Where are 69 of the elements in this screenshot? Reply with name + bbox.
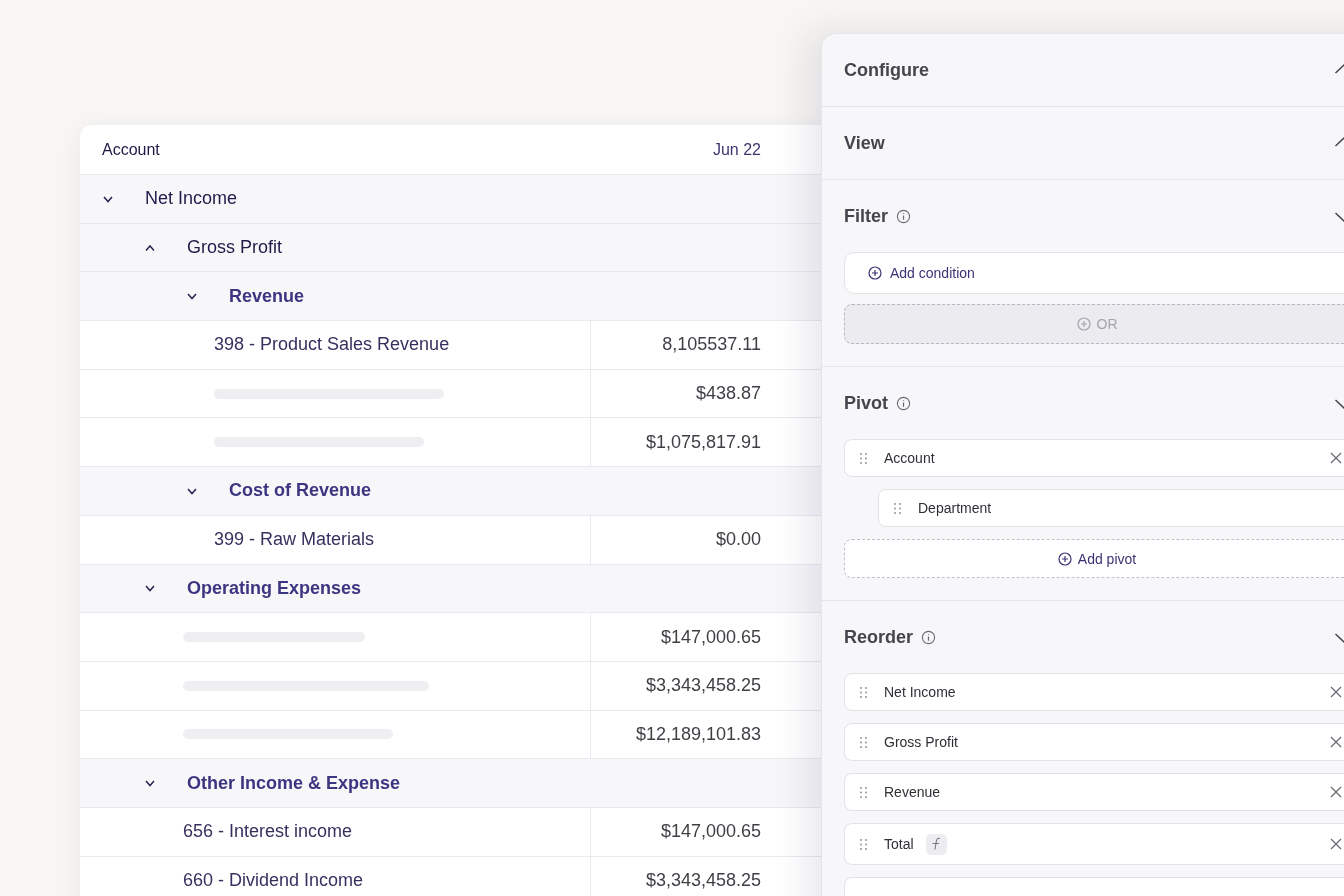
close-icon[interactable] xyxy=(1330,838,1342,850)
account-label: 660 - Dividend Income xyxy=(183,869,364,891)
group-label: Net Income xyxy=(145,188,238,210)
add-condition-button[interactable]: Add condition xyxy=(844,252,1344,294)
group-label: Cost of Revenue xyxy=(229,480,372,502)
account-label: 656 - Interest income xyxy=(183,821,353,843)
reorder-chip[interactable]: Gross Profit xyxy=(844,723,1344,761)
section-title: Configure xyxy=(844,59,929,81)
amount: $0.00 xyxy=(715,529,761,551)
caret-down-icon[interactable] xyxy=(144,584,156,593)
pivot-chip[interactable]: Department xyxy=(878,489,1344,527)
chip-label: Department xyxy=(918,500,992,516)
caret-down-icon[interactable] xyxy=(144,779,156,788)
caret-up-icon[interactable] xyxy=(144,243,156,252)
section-title: Reorder xyxy=(844,626,914,648)
amount: $147,000.65 xyxy=(660,821,761,843)
chevron-down-icon[interactable] xyxy=(1335,631,1344,643)
chip-label: Total xyxy=(884,836,914,852)
section-title: Filter xyxy=(844,205,888,227)
drag-handle-icon[interactable] xyxy=(860,452,867,464)
chevron-down-icon[interactable] xyxy=(1335,397,1344,409)
plus-circle-icon xyxy=(868,266,882,280)
chevron-up-icon[interactable] xyxy=(1335,137,1344,149)
drag-handle-icon[interactable] xyxy=(894,502,901,514)
group-label: Other Income & Expense xyxy=(187,772,401,794)
amount: $147,000.65 xyxy=(660,626,761,648)
chip-label: Net Income xyxy=(884,684,956,700)
amount: $3,343,458.25 xyxy=(645,675,761,697)
section-title: Pivot xyxy=(844,392,888,414)
reorder-chip[interactable]: Total xyxy=(844,823,1344,865)
chip-label: Revenue xyxy=(884,784,941,800)
section-title: View xyxy=(844,132,885,154)
account-label: 398 - Product Sales Revenue xyxy=(214,334,450,356)
info-icon[interactable] xyxy=(896,208,911,224)
drag-handle-icon[interactable] xyxy=(860,686,867,698)
column-header: Jun 22 xyxy=(712,140,761,159)
chevron-up-icon[interactable] xyxy=(1335,64,1344,76)
chip-label: Account xyxy=(884,450,935,466)
chevron-down-icon[interactable] xyxy=(1335,210,1344,222)
group-label: Revenue xyxy=(229,285,305,307)
drag-handle-icon[interactable] xyxy=(860,786,867,798)
amount: $3,343,458.25 xyxy=(645,869,761,891)
amount: 8,105537.11 xyxy=(662,334,761,356)
account-label: 399 - Raw Materials xyxy=(214,529,375,551)
close-icon[interactable] xyxy=(1330,786,1342,798)
info-icon[interactable] xyxy=(921,629,937,645)
amount: $12,189,101.83 xyxy=(635,723,761,745)
caret-down-icon[interactable] xyxy=(186,486,198,495)
reorder-chip[interactable]: Revenue xyxy=(844,773,1344,811)
group-label: Gross Profit xyxy=(187,237,283,259)
drag-handle-icon[interactable] xyxy=(860,736,867,748)
column-header: Account xyxy=(102,140,160,159)
chip-label: Gross Profit xyxy=(884,734,958,750)
close-icon[interactable] xyxy=(1330,686,1342,698)
caret-down-icon[interactable] xyxy=(102,194,114,203)
group-label: Operating Expenses xyxy=(187,577,362,599)
caret-down-icon[interactable] xyxy=(186,292,198,301)
reorder-chip[interactable]: Net Income xyxy=(844,673,1344,711)
drag-handle-icon[interactable] xyxy=(860,838,867,850)
close-icon[interactable] xyxy=(1330,736,1342,748)
amount: $1,075,817.91 xyxy=(645,431,761,453)
add-pivot-button[interactable]: Add pivot xyxy=(844,539,1344,578)
pivot-chip[interactable]: Account xyxy=(844,439,1344,477)
info-icon[interactable] xyxy=(896,395,911,411)
formula-icon xyxy=(930,837,943,851)
close-icon[interactable] xyxy=(1330,452,1342,464)
plus-circle-icon xyxy=(1076,317,1091,331)
amount: $438.87 xyxy=(695,383,761,405)
plus-circle-icon xyxy=(1057,551,1072,566)
